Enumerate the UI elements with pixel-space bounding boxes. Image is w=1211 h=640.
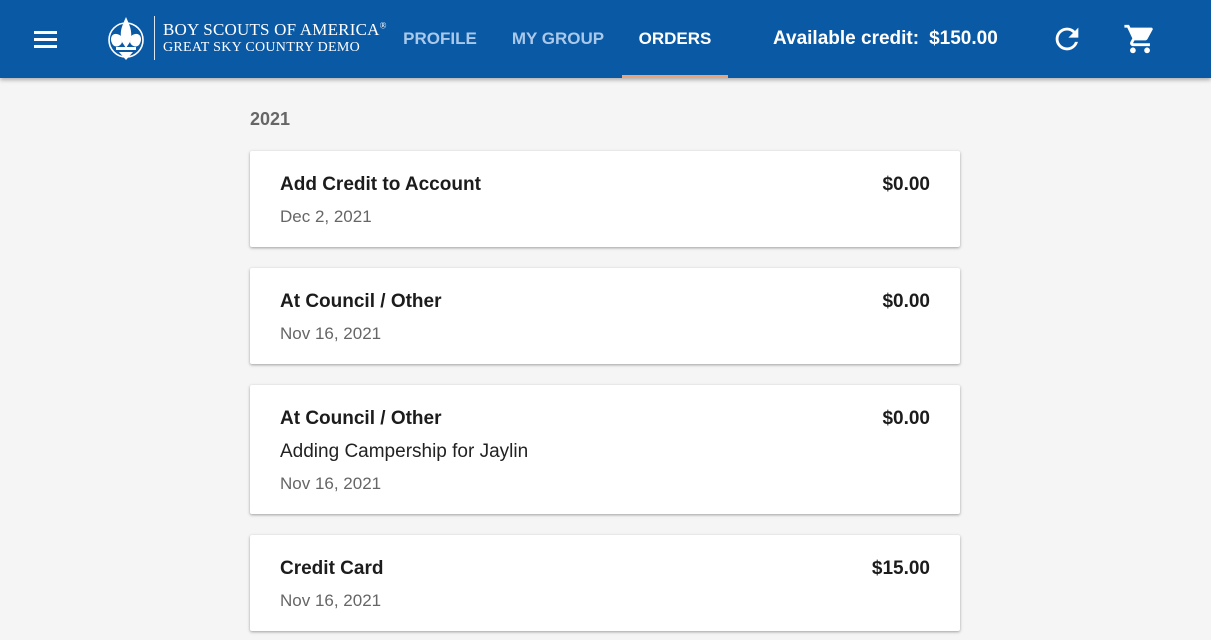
order-title: Credit Card xyxy=(280,558,384,579)
tab-orders[interactable]: ORDERS xyxy=(622,0,728,78)
refresh-icon[interactable] xyxy=(1050,22,1084,56)
menu-icon[interactable] xyxy=(30,25,60,55)
order-date: Nov 16, 2021 xyxy=(280,591,382,610)
order-card[interactable]: At Council / Other $0.00 Nov 16, 2021 xyxy=(250,268,960,364)
credit-label: Available credit: xyxy=(773,28,920,49)
tab-profile[interactable]: PROFILE xyxy=(388,0,492,78)
cart-icon[interactable] xyxy=(1123,22,1157,56)
year-heading: 2021 xyxy=(250,109,291,129)
order-title: At Council / Other xyxy=(280,291,442,312)
order-date: Dec 2, 2021 xyxy=(280,207,372,226)
order-date: Nov 16, 2021 xyxy=(280,474,382,493)
order-card[interactable]: Add Credit to Account $0.00 Dec 2, 2021 xyxy=(250,151,960,247)
order-date: Nov 16, 2021 xyxy=(280,324,382,343)
fleur-de-lis-icon xyxy=(108,17,144,60)
logo-subtitle: GREAT SKY COUNTRY DEMO xyxy=(163,40,361,55)
available-credit: Available credit: $150.00 xyxy=(773,0,998,78)
order-title: Add Credit to Account xyxy=(280,174,481,195)
logo-title: BOY SCOUTS OF AMERICA® xyxy=(163,20,387,39)
app-bar: BOY SCOUTS OF AMERICA® GREAT SKY COUNTRY… xyxy=(0,0,1211,78)
order-amount: $0.00 xyxy=(882,408,930,429)
order-note: Adding Campership for Jaylin xyxy=(280,441,529,462)
tab-my-group[interactable]: MY GROUP xyxy=(496,0,620,78)
credit-amount: $150.00 xyxy=(929,28,998,49)
order-card[interactable]: Credit Card $15.00 Nov 16, 2021 xyxy=(250,535,960,631)
order-amount: $0.00 xyxy=(882,174,930,195)
order-title: At Council / Other xyxy=(280,408,442,429)
order-amount: $0.00 xyxy=(882,291,930,312)
order-card[interactable]: At Council / Other $0.00 Adding Campersh… xyxy=(250,385,960,514)
order-amount: $15.00 xyxy=(871,558,930,579)
